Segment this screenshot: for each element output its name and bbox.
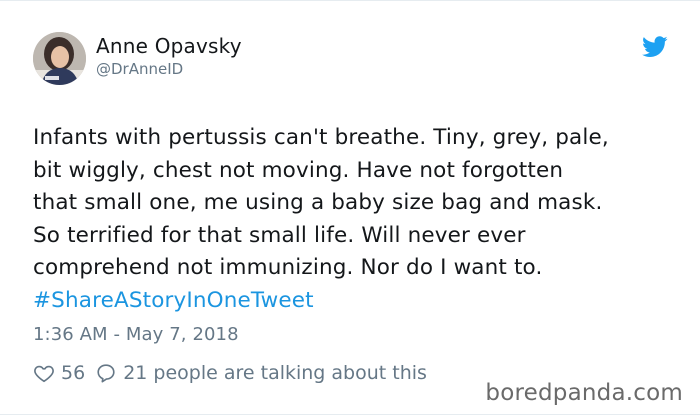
like-count[interactable]: 56 (61, 362, 85, 384)
author-handle[interactable]: @DrAnneID (96, 60, 183, 78)
author-avatar[interactable] (33, 32, 86, 85)
author-display-name[interactable]: Anne Opavsky (96, 34, 242, 58)
tweet-card: Anne Opavsky @DrAnneID Infants with pert… (0, 0, 700, 415)
tweet-text-line: Infants with pertussis can't breathe. Ti… (33, 125, 609, 150)
tweet-text-line: that small one, me using a baby size bag… (33, 190, 603, 215)
tweet-text-line: comprehend not immunizing. Nor do I want… (33, 255, 543, 280)
tweet-timestamp[interactable]: 1:36 AM - May 7, 2018 (33, 324, 239, 345)
profile-photo-icon (33, 32, 86, 85)
tweet-text-line: bit wiggly, chest not moving. Have not f… (33, 157, 564, 183)
tweet-text-line: So terrified for that small life. Will n… (33, 222, 526, 248)
heart-icon[interactable] (33, 362, 55, 384)
twitter-bird-icon[interactable] (642, 36, 668, 58)
tweet-body: Infants with pertussis can't breathe. Ti… (33, 122, 683, 317)
engagement-bar: 56 21 people are talking about this (33, 360, 427, 386)
site-watermark: boredpanda.com (485, 380, 683, 406)
comment-bubble-icon[interactable] (95, 362, 117, 384)
hashtag-link[interactable]: #ShareAStoryInOneTweet (33, 285, 683, 318)
comment-count[interactable]: 21 people are talking about this (123, 362, 427, 384)
